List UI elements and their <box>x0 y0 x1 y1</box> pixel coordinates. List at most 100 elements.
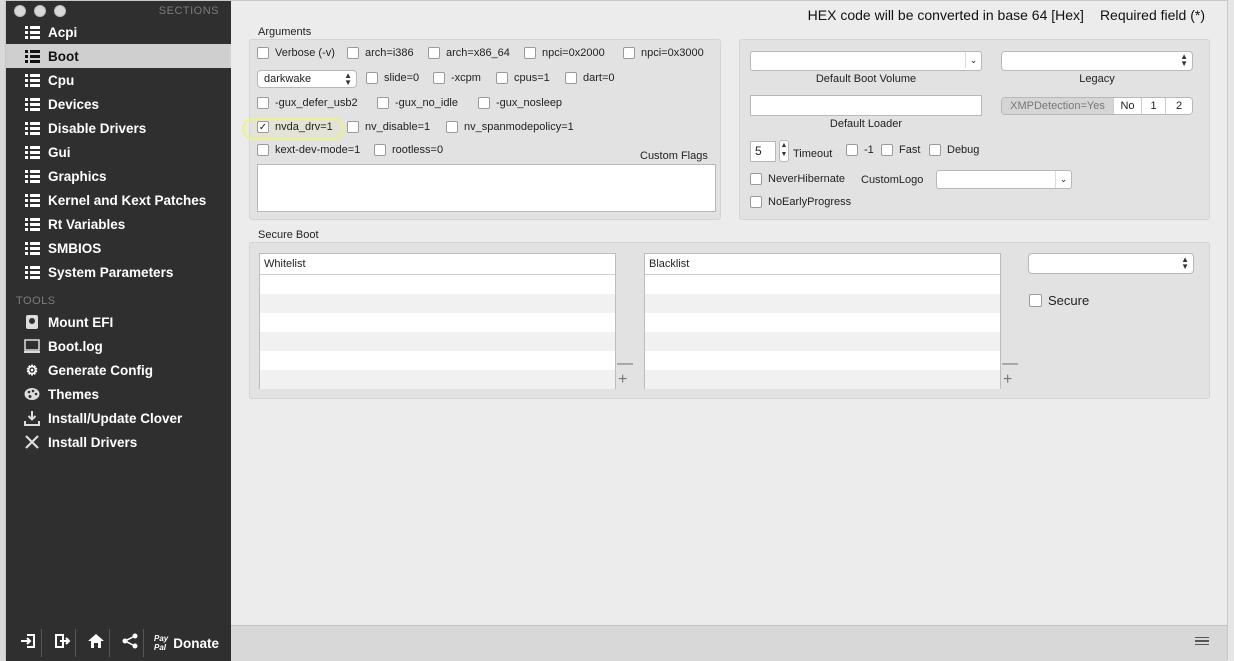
timeout-input[interactable]: 5 <box>750 141 776 162</box>
dart-checkbox[interactable]: dart=0 <box>565 72 615 84</box>
sidebar-item-label: Gui <box>48 144 71 160</box>
sidebar-item-label: Install Drivers <box>48 434 138 450</box>
nv-spanmodepolicy-checkbox[interactable]: nv_spanmodepolicy=1 <box>446 121 574 133</box>
sidebar-item-gui[interactable]: Gui <box>6 140 231 164</box>
verbose-checkbox[interactable]: Verbose (-v) <box>257 47 335 59</box>
sidebar-item-kernel-kext-patches[interactable]: Kernel and Kext Patches <box>6 188 231 212</box>
export-button[interactable] <box>48 629 76 657</box>
custom-logo-select[interactable]: ⌄ <box>936 170 1072 189</box>
table-row <box>260 370 615 389</box>
minimize-window-button[interactable] <box>34 5 46 17</box>
xmp-2-segment[interactable]: 2 <box>1166 98 1192 114</box>
blacklist-add-button[interactable]: + <box>1003 372 1012 388</box>
sidebar: SECTIONS Acpi Boot Cpu Devices Disable D… <box>6 1 231 661</box>
home-button[interactable] <box>82 629 110 657</box>
sidebar-item-rt-variables[interactable]: Rt Variables <box>6 212 231 236</box>
sidebar-item-generate-config[interactable]: ⚙ Generate Config <box>6 358 231 382</box>
gux-defer-usb2-checkbox[interactable]: -gux_defer_usb2 <box>257 97 358 109</box>
whitelist-remove-button[interactable]: — <box>617 356 633 372</box>
xcpm-checkbox[interactable]: -xcpm <box>433 72 481 84</box>
clover-configurator-window: SECTIONS Acpi Boot Cpu Devices Disable D… <box>5 0 1228 661</box>
chevron-down-icon: ⌄ <box>965 52 981 68</box>
xmp-1-segment[interactable]: 1 <box>1142 98 1166 114</box>
secure-boot-policy-select[interactable]: ▲ ▼ <box>1028 253 1194 274</box>
chevron-down-icon: ⌄ <box>1055 171 1071 188</box>
arch-i386-checkbox[interactable]: arch=i386 <box>347 47 414 59</box>
donate-label: Donate <box>173 635 219 651</box>
palette-icon <box>24 386 40 402</box>
cpus-checkbox[interactable]: cpus=1 <box>496 72 550 84</box>
npci-3000-checkbox[interactable]: npci=0x3000 <box>623 47 704 59</box>
zoom-window-button[interactable] <box>54 5 66 17</box>
blacklist-remove-button[interactable]: — <box>1002 356 1018 372</box>
sidebar-item-system-parameters[interactable]: System Parameters <box>6 260 231 284</box>
arch-x86-64-checkbox[interactable]: arch=x86_64 <box>428 47 510 59</box>
fast-checkbox[interactable]: Fast <box>881 144 920 156</box>
list-icon <box>24 120 40 136</box>
never-hibernate-checkbox[interactable]: NeverHibernate <box>750 173 845 185</box>
sidebar-item-install-update-clover[interactable]: Install/Update Clover <box>6 406 231 430</box>
debug-checkbox[interactable]: Debug <box>929 144 979 156</box>
timeout-label: Timeout <box>793 148 833 160</box>
kext-dev-mode-checkbox[interactable]: kext-dev-mode=1 <box>257 144 360 156</box>
share-button[interactable] <box>116 629 144 657</box>
whitelist-table[interactable]: Whitelist <box>259 253 616 389</box>
list-icon <box>24 144 40 160</box>
sidebar-item-themes[interactable]: Themes <box>6 382 231 406</box>
bottom-status-bar <box>231 625 1227 661</box>
download-icon <box>24 410 40 426</box>
table-row <box>645 351 1000 370</box>
sidebar-item-acpi[interactable]: Acpi <box>6 20 231 44</box>
sidebar-item-disable-drivers[interactable]: Disable Drivers <box>6 116 231 140</box>
custom-flags-input[interactable] <box>257 164 716 212</box>
sidebar-item-label: Install/Update Clover <box>48 410 183 426</box>
xmp-no-segment[interactable]: No <box>1114 98 1142 114</box>
sidebar-item-cpu[interactable]: Cpu <box>6 68 231 92</box>
default-loader-input[interactable] <box>750 95 982 116</box>
sidebar-item-smbios[interactable]: SMBIOS <box>6 236 231 260</box>
donate-button[interactable]: Pay Pal Donate <box>150 629 223 657</box>
xmp-detection-yes-segment[interactable]: XMPDetection=Yes <box>1002 98 1114 114</box>
sidebar-item-boot[interactable]: Boot <box>6 44 231 68</box>
rootless-checkbox[interactable]: rootless=0 <box>374 144 443 156</box>
table-row <box>260 313 615 332</box>
blacklist-table[interactable]: Blacklist <box>644 253 1001 389</box>
checkbox-box <box>366 72 378 84</box>
sidebar-bottom-toolbar: Pay Pal Donate <box>6 625 231 661</box>
secure-boot-panel: Whitelist — + Blacklist — + ▲ ▼ Secure <box>249 242 1210 399</box>
sidebar-item-mount-efi[interactable]: Mount EFI <box>6 310 231 334</box>
npci-2000-checkbox[interactable]: npci=0x2000 <box>524 47 605 59</box>
sidebar-item-label: SMBIOS <box>48 240 102 256</box>
legacy-select[interactable]: ▲ ▼ <box>1001 51 1193 71</box>
no-early-progress-checkbox[interactable]: NoEarlyProgress <box>750 196 851 208</box>
sidebar-item-label: Boot <box>48 48 79 64</box>
sidebar-item-boot-log[interactable]: Boot.log <box>6 334 231 358</box>
darkwake-select[interactable]: darkwake ▲ ▼ <box>257 70 357 88</box>
required-note: Required field (*) <box>1099 7 1205 23</box>
list-icon <box>24 72 40 88</box>
secure-boot-title: Secure Boot <box>258 229 319 241</box>
menu-lines-icon[interactable] <box>1195 636 1209 648</box>
table-row <box>645 275 1000 294</box>
list-icon <box>24 264 40 280</box>
updown-arrows-icon: ▲ ▼ <box>344 71 352 87</box>
slide-checkbox[interactable]: slide=0 <box>366 72 419 84</box>
timeout-stepper[interactable]: ▲ ▼ <box>779 140 789 162</box>
sidebar-item-graphics[interactable]: Graphics <box>6 164 231 188</box>
nvda-drv-checkbox[interactable]: ✓ nvda_drv=1 <box>257 121 333 133</box>
sidebar-item-devices[interactable]: Devices <box>6 92 231 116</box>
checkbox-box <box>377 97 389 109</box>
default-boot-volume-select[interactable]: ⌄ <box>750 51 982 71</box>
sidebar-item-install-drivers[interactable]: Install Drivers <box>6 430 231 454</box>
timeout-minus-one-checkbox[interactable]: -1 <box>846 144 874 156</box>
sidebar-item-label: System Parameters <box>48 264 174 280</box>
checkbox-box <box>1029 294 1042 307</box>
table-row <box>260 332 615 351</box>
close-window-button[interactable] <box>14 5 26 17</box>
whitelist-add-button[interactable]: + <box>618 372 627 388</box>
gux-nosleep-checkbox[interactable]: -gux_nosleep <box>478 97 562 109</box>
import-button[interactable] <box>14 629 42 657</box>
secure-checkbox[interactable]: Secure <box>1029 293 1089 308</box>
gux-no-idle-checkbox[interactable]: -gux_no_idle <box>377 97 458 109</box>
nv-disable-checkbox[interactable]: nv_disable=1 <box>347 121 430 133</box>
